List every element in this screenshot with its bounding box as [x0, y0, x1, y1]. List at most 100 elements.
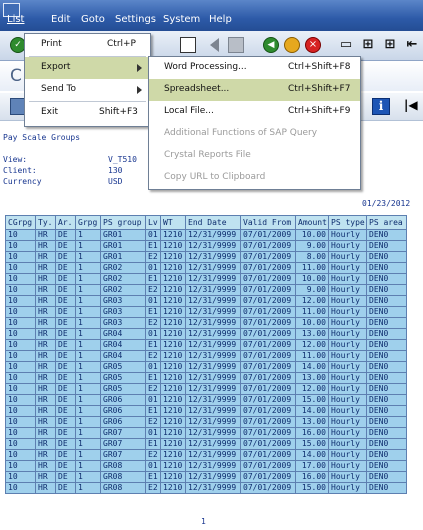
table-row[interactable]: 10 HR DE 1 GR05 01 1210 12/31/9999 07/01/2009 14.… [5, 361, 407, 373]
menu-item-export[interactable]: Export [25, 57, 150, 79]
column-header[interactable]: Ty. [35, 215, 56, 230]
table-cell: 11.00 [295, 262, 329, 274]
table-cell: Hourly [328, 229, 367, 241]
table-cell: Hourly [328, 482, 367, 494]
column-header[interactable]: Ar. [55, 215, 76, 230]
exit-icon[interactable] [284, 37, 300, 53]
table-row[interactable]: 10 HR DE 1 GR01 E1 1210 12/31/9999 07/01/2009 9.0… [5, 240, 407, 252]
table-row[interactable]: 10 HR DE 1 GR03 E2 1210 12/31/9999 07/01/2009 10.… [5, 317, 407, 329]
table-row[interactable]: 10 HR DE 1 GR03 01 1210 12/31/9999 07/01/2009 12.… [5, 295, 407, 307]
menu-item-exit[interactable]: Exit Shift+F3 [25, 102, 150, 124]
table-cell: 1210 [160, 317, 186, 329]
menu-settings[interactable]: Settings [115, 14, 156, 25]
menu-goto[interactable]: Goto [81, 14, 105, 25]
table-cell: Hourly [328, 295, 367, 307]
table-row[interactable]: 10 HR DE 1 GR03 E1 1210 12/31/9999 07/01/2009 11.… [5, 306, 407, 318]
menu-item-crystal-reports[interactable]: Crystal Reports File [149, 145, 360, 167]
table-cell: 01 [145, 295, 161, 307]
table-row[interactable]: 10 HR DE 1 GR04 01 1210 12/31/9999 07/01/2009 13.… [5, 328, 407, 340]
command-prev-icon[interactable] [210, 38, 219, 52]
find-next-icon[interactable]: ⊞ [382, 37, 398, 53]
column-header[interactable]: WT [160, 215, 186, 230]
table-row[interactable]: 10 HR DE 1 GR08 01 1210 12/31/9999 07/01/2009 17.… [5, 460, 407, 472]
menu-list[interactable]: List [7, 14, 24, 25]
column-header[interactable]: PS type [328, 215, 367, 230]
table-row[interactable]: 10 HR DE 1 GR06 E1 1210 12/31/9999 07/01/2009 14.… [5, 405, 407, 417]
table-row[interactable]: 10 HR DE 1 GR05 E2 1210 12/31/9999 07/01/2009 12.… [5, 383, 407, 395]
first-record-icon[interactable]: |◀ [404, 98, 418, 115]
table-row[interactable]: 10 HR DE 1 GR04 E1 1210 12/31/9999 07/01/2009 12.… [5, 339, 407, 351]
column-header[interactable]: CGrpg [5, 215, 36, 230]
command-field-icon[interactable] [180, 37, 196, 53]
table-cell: HR [35, 471, 56, 483]
table-cell: 07/01/2009 [240, 438, 296, 450]
table-cell: DEN0 [366, 471, 407, 483]
menu-item-spreadsheet[interactable]: Spreadsheet... Ctrl+Shift+F7 [149, 79, 360, 101]
table-cell: 13.00 [295, 372, 329, 384]
menu-item-sap-query-functions[interactable]: Additional Functions of SAP Query [149, 123, 360, 145]
first-page-icon[interactable]: ⇤ [404, 37, 420, 53]
table-row[interactable]: 10 HR DE 1 GR06 E2 1210 12/31/9999 07/01/2009 13.… [5, 416, 407, 428]
column-header[interactable]: End Date [185, 215, 241, 230]
save-icon[interactable] [228, 37, 244, 53]
table-cell: 07/01/2009 [240, 251, 296, 263]
table-row[interactable]: 10 HR DE 1 GR04 E2 1210 12/31/9999 07/01/2009 11.… [5, 350, 407, 362]
menu-item-send-to[interactable]: Send To [25, 79, 150, 101]
table-row[interactable]: 10 HR DE 1 GR01 E2 1210 12/31/9999 07/01/2009 8.0… [5, 251, 407, 263]
table-row[interactable]: 10 HR DE 1 GR02 E2 1210 12/31/9999 07/01/2009 9.0… [5, 284, 407, 296]
table-cell: Hourly [328, 416, 367, 428]
info-icon[interactable]: i [372, 98, 390, 115]
table-cell: 07/01/2009 [240, 405, 296, 417]
table-cell: DEN0 [366, 328, 407, 340]
table-cell: HR [35, 383, 56, 395]
column-header[interactable]: PS area [366, 215, 407, 230]
table-cell: 12/31/9999 [185, 383, 241, 395]
column-header[interactable]: Amount [295, 215, 329, 230]
table-cell: 01 [145, 394, 161, 406]
table-cell: 12/31/9999 [185, 460, 241, 472]
table-row[interactable]: 10 HR DE 1 GR02 01 1210 12/31/9999 07/01/2009 11.… [5, 262, 407, 274]
menu-item-local-file[interactable]: Local File... Ctrl+Shift+F9 [149, 101, 360, 123]
column-header[interactable]: Valid From [240, 215, 296, 230]
table-row[interactable]: 10 HR DE 1 GR08 E2 1210 12/31/9999 07/01/2009 15.… [5, 482, 407, 494]
cancel-icon[interactable]: × [305, 37, 321, 53]
menu-item-word-processing[interactable]: Word Processing... Ctrl+Shift+F8 [149, 57, 360, 79]
table-cell: DEN0 [366, 460, 407, 472]
table-row[interactable]: 10 HR DE 1 GR07 E1 1210 12/31/9999 07/01/2009 15.… [5, 438, 407, 450]
column-header[interactable]: Grpg [75, 215, 101, 230]
table-row[interactable]: 10 HR DE 1 GR07 E2 1210 12/31/9999 07/01/2009 14.… [5, 449, 407, 461]
table-row[interactable]: 10 HR DE 1 GR01 01 1210 12/31/9999 07/01/2009 10.… [5, 229, 407, 241]
menu-system[interactable]: System [163, 14, 200, 25]
table-row[interactable]: 10 HR DE 1 GR02 E1 1210 12/31/9999 07/01/2009 10.… [5, 273, 407, 285]
find-icon[interactable]: ⊞ [360, 37, 376, 53]
table-cell: 10 [5, 273, 36, 285]
table-cell: DEN0 [366, 306, 407, 318]
table-cell: 1210 [160, 295, 186, 307]
menu-item-print[interactable]: Print Ctrl+P [25, 34, 150, 56]
table-cell: 12/31/9999 [185, 284, 241, 296]
table-cell: 1 [75, 482, 101, 494]
table-cell: 10 [5, 317, 36, 329]
table-cell: HR [35, 262, 56, 274]
table-cell: Hourly [328, 427, 367, 439]
table-row[interactable]: 10 HR DE 1 GR05 E1 1210 12/31/9999 07/01/2009 13.… [5, 372, 407, 384]
print-icon[interactable]: ▭ [338, 37, 354, 53]
table-cell: 1 [75, 372, 101, 384]
table-cell: 10 [5, 449, 36, 461]
column-header[interactable]: PS group [100, 215, 146, 230]
table-cell: E1 [145, 240, 161, 252]
table-cell: DEN0 [366, 394, 407, 406]
table-cell: 1 [75, 295, 101, 307]
column-header[interactable]: Lv [145, 215, 161, 230]
menu-edit[interactable]: Edit [51, 14, 70, 25]
table-cell: 16.00 [295, 427, 329, 439]
table-cell: 1210 [160, 251, 186, 263]
back-icon[interactable]: ◀ [263, 37, 279, 53]
table-cell: E2 [145, 383, 161, 395]
menu-help[interactable]: Help [209, 14, 232, 25]
table-cell: Hourly [328, 251, 367, 263]
table-row[interactable]: 10 HR DE 1 GR06 01 1210 12/31/9999 07/01/2009 15.… [5, 394, 407, 406]
table-row[interactable]: 10 HR DE 1 GR07 01 1210 12/31/9999 07/01/2009 16.… [5, 427, 407, 439]
table-row[interactable]: 10 HR DE 1 GR08 E1 1210 12/31/9999 07/01/2009 16.… [5, 471, 407, 483]
menu-item-copy-url[interactable]: Copy URL to Clipboard [149, 167, 360, 189]
